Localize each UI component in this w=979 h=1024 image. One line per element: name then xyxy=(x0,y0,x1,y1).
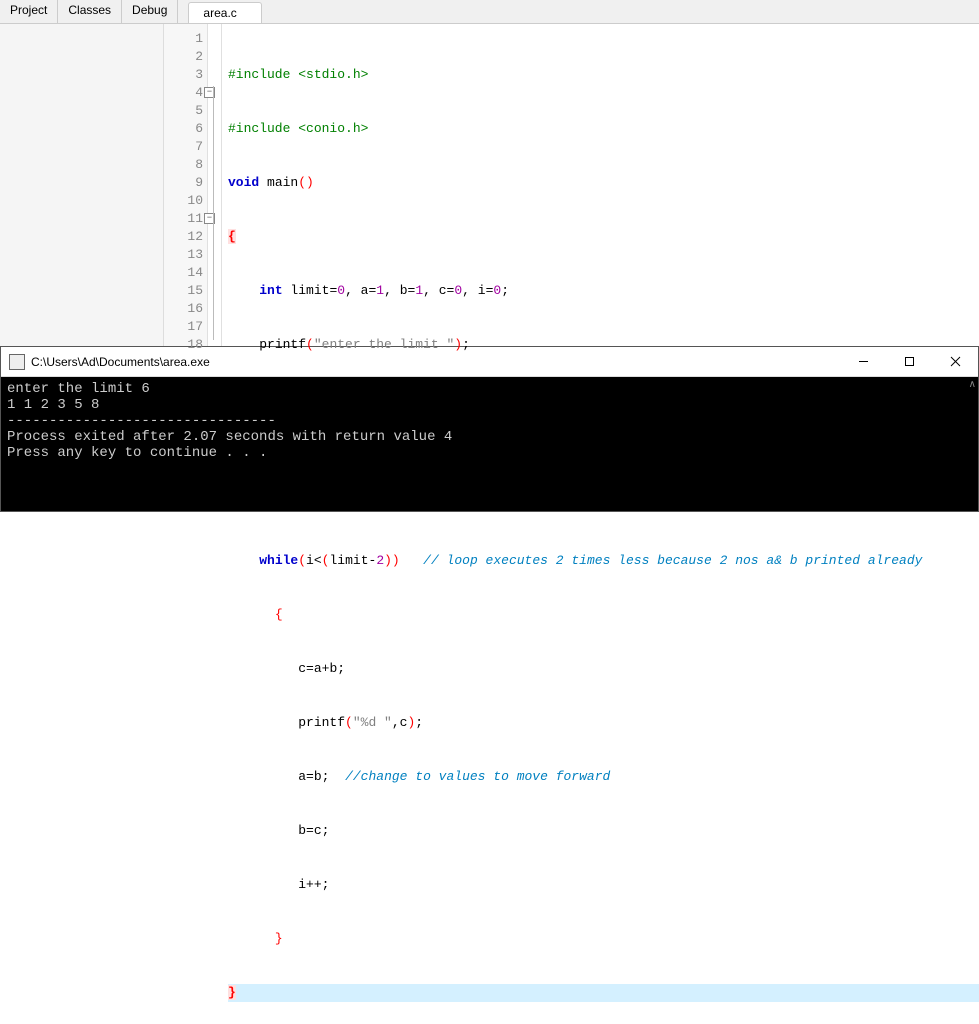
side-panel xyxy=(0,24,164,346)
line-number: 14 xyxy=(164,264,203,282)
line-number: 9 xyxy=(164,174,203,192)
line-number: 12 xyxy=(164,228,203,246)
code-line: { xyxy=(228,228,979,246)
console-output[interactable]: enter the limit 6 1 1 2 3 5 8 ----------… xyxy=(1,377,978,511)
tab-classes[interactable]: Classes xyxy=(58,0,122,23)
code-line: i++; xyxy=(228,876,979,894)
file-tab-area-c[interactable]: area.c xyxy=(188,2,261,23)
code-line: void main() xyxy=(228,174,979,192)
panel-tabs: Project Classes Debug xyxy=(0,0,178,23)
line-number: 15 xyxy=(164,282,203,300)
line-number: 7 xyxy=(164,138,203,156)
code-line: #include <stdio.h> xyxy=(228,66,979,84)
code-line: b=c; xyxy=(228,822,979,840)
line-number: 18 xyxy=(164,336,203,354)
line-number: 13 xyxy=(164,246,203,264)
line-number: 4− xyxy=(164,84,203,102)
code-line: c=a+b; xyxy=(228,660,979,678)
line-number: 8 xyxy=(164,156,203,174)
code-area[interactable]: #include <stdio.h> #include <conio.h> vo… xyxy=(222,24,979,346)
code-line: printf("%d ",c); xyxy=(228,714,979,732)
code-line: printf("enter the limit "); xyxy=(228,336,979,354)
line-number-gutter: 1 2 3 4− 5 6 7 8 9 10 11− 12 13 14 15 16… xyxy=(164,24,208,346)
scroll-up-icon[interactable]: ∧ xyxy=(969,379,976,391)
code-line-current: } xyxy=(228,984,979,1002)
code-line: } xyxy=(228,930,979,948)
fold-column xyxy=(208,24,222,346)
file-tab-area: area.c xyxy=(178,0,979,23)
line-number: 16 xyxy=(164,300,203,318)
line-number: 1 xyxy=(164,30,203,48)
line-number: 10 xyxy=(164,192,203,210)
line-number: 17 xyxy=(164,318,203,336)
code-line: #include <conio.h> xyxy=(228,120,979,138)
line-number: 5 xyxy=(164,102,203,120)
line-number: 3 xyxy=(164,66,203,84)
code-line: int limit=0, a=1, b=1, c=0, i=0; xyxy=(228,282,979,300)
editor: 1 2 3 4− 5 6 7 8 9 10 11− 12 13 14 15 16… xyxy=(0,24,979,346)
top-bar: Project Classes Debug area.c xyxy=(0,0,979,24)
app-icon xyxy=(9,354,25,370)
tab-debug[interactable]: Debug xyxy=(122,0,178,23)
code-line: { xyxy=(228,606,979,624)
code-line: while(i<(limit-2)) // loop executes 2 ti… xyxy=(228,552,979,570)
code-line: a=b; //change to values to move forward xyxy=(228,768,979,786)
line-number: 2 xyxy=(164,48,203,66)
tab-project[interactable]: Project xyxy=(0,0,58,23)
line-number: 11− xyxy=(164,210,203,228)
line-number: 6 xyxy=(164,120,203,138)
